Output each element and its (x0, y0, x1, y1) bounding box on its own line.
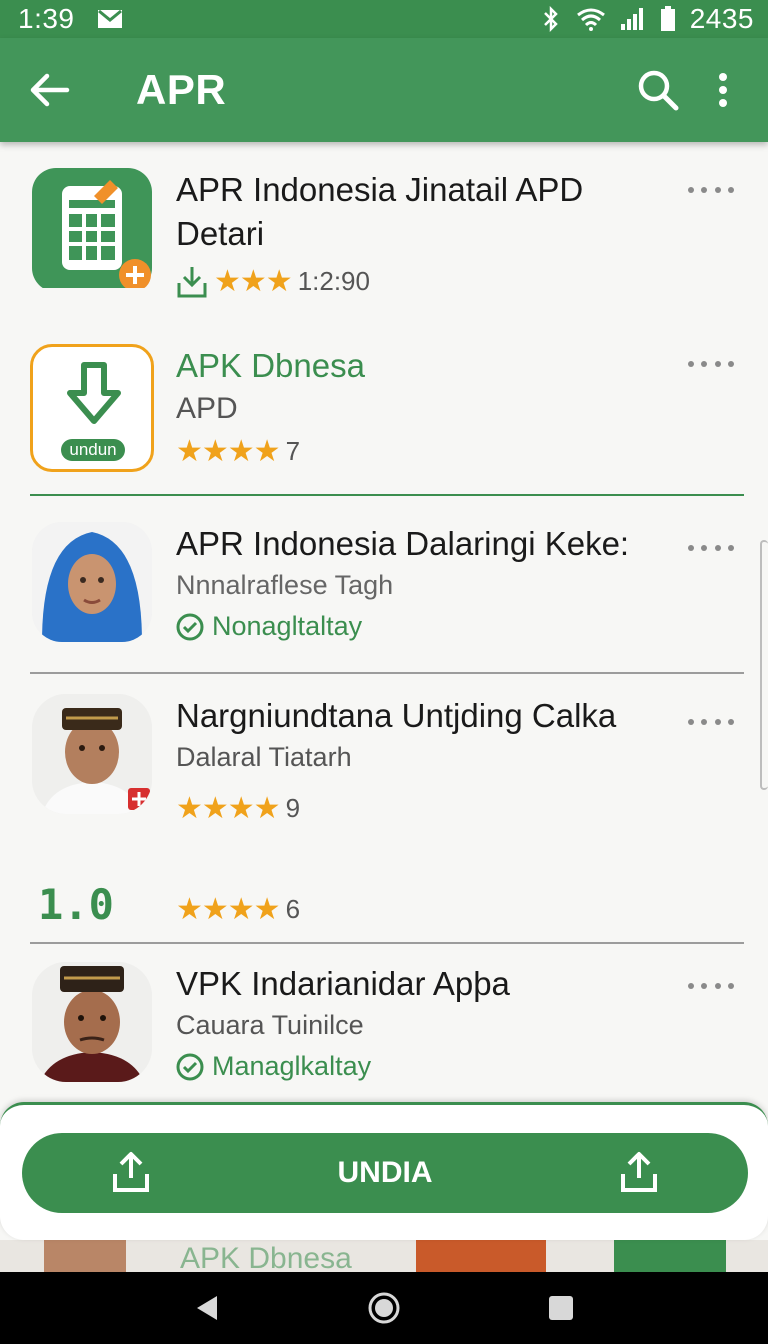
status-bar: 1:39 2435 (0, 0, 768, 38)
divider (30, 672, 744, 674)
download-arrow-icon (67, 362, 121, 424)
share-right (614, 1147, 664, 1197)
nav-back-icon[interactable] (193, 1294, 221, 1322)
upload-icon (621, 1152, 657, 1192)
more-vertical-icon (719, 73, 727, 107)
item-more-button[interactable] (688, 180, 734, 200)
avatar (32, 522, 152, 642)
rating-stars: ★★★ (214, 265, 293, 298)
verified-label: Managlkaltay (212, 1051, 372, 1081)
app-name: APK Dbnesa (176, 347, 365, 384)
divider (30, 942, 744, 944)
list-item[interactable]: Nargniundtana Untjding Calka Dalaral Tia… (0, 694, 768, 844)
download-icon (177, 266, 207, 297)
page-title: APR (136, 66, 227, 113)
back-button[interactable] (0, 38, 100, 142)
rating-value: 1:2:90 (297, 266, 370, 296)
app-icon-download: undun (30, 344, 154, 472)
install-button[interactable]: UNDIA (22, 1133, 748, 1213)
peek-text: APK Dbnesa (180, 1242, 352, 1272)
version-row: 1.0 ★★★★ 6 (0, 880, 768, 940)
divider (30, 494, 744, 496)
app-list: APR Indonesia Jinatail APD Detari ★★★ 1:… (0, 142, 768, 1242)
avatar (32, 962, 152, 1082)
arrow-left-icon (30, 73, 70, 107)
item-more-button[interactable] (688, 538, 734, 558)
rating-count: 7 (285, 436, 301, 466)
rating-stars: ★★★★ (176, 893, 281, 926)
nav-home-icon[interactable] (367, 1291, 401, 1325)
list-item[interactable]: undun APK Dbnesa APD ★★★★ 7 (0, 344, 768, 474)
share-left (106, 1147, 156, 1197)
app-name: APR Indonesia Jinatail APD Detari (176, 171, 584, 252)
list-item[interactable]: APR Indonesia Jinatail APD Detari ★★★ 1:… (0, 168, 768, 328)
item-more-button[interactable] (688, 712, 734, 732)
list-item[interactable]: VPK Indarianidar Apþa Cauara Tuinilce Ma… (0, 962, 768, 1102)
item-more-button[interactable] (688, 976, 734, 996)
app-subtitle: Dalaral Tiatarh (176, 742, 352, 772)
wifi-icon (576, 8, 605, 31)
bluetooth-icon (543, 6, 558, 32)
check-circle-icon (176, 613, 204, 640)
search-icon (638, 70, 679, 111)
item-more-button[interactable] (688, 354, 734, 374)
version-number: 1.0 (38, 880, 114, 929)
rating-stars: ★★★★ (176, 435, 281, 468)
install-label: UNDIA (337, 1156, 433, 1189)
app-subtitle: Cauara Tuinilce (176, 1010, 364, 1040)
list-item[interactable]: APR Indonesia Dalaringi Keke: Nnnalrafle… (0, 522, 768, 652)
check-circle-icon (176, 1053, 204, 1080)
app-subtitle: APD (176, 392, 238, 425)
rating-stars: ★★★★ (176, 792, 281, 825)
app-bar: APR (0, 38, 768, 142)
content-peek: APK Dbnesa (0, 1240, 768, 1272)
battery-level: 2435 (689, 3, 754, 34)
app-name: APR Indonesia Dalaringi Keke: (176, 525, 630, 562)
app-name: Nargniundtana Untjding Calka (176, 697, 617, 734)
scrollbar[interactable] (760, 540, 768, 790)
verified-label: Nonagltaltay (212, 611, 363, 641)
rating-count: 6 (285, 894, 301, 924)
rating-count: 9 (285, 793, 301, 823)
search-button[interactable] (628, 60, 688, 120)
app-icon-spreadsheet (32, 168, 152, 288)
system-nav-bar (0, 1272, 768, 1344)
avatar (32, 694, 152, 814)
signal-icon (620, 8, 643, 30)
nav-recents-icon[interactable] (547, 1294, 575, 1322)
undun-badge: undun (61, 439, 125, 461)
mail-icon (97, 9, 122, 28)
status-time: 1:39 (18, 3, 75, 34)
battery-icon (660, 6, 675, 31)
bottom-sheet: UNDIA (0, 1102, 768, 1240)
upload-icon (113, 1152, 149, 1192)
app-subtitle: Nnnalraflese Tagh (176, 570, 394, 600)
overflow-menu-button[interactable] (688, 55, 758, 125)
app-name: VPK Indarianidar Apþa (176, 965, 510, 1002)
